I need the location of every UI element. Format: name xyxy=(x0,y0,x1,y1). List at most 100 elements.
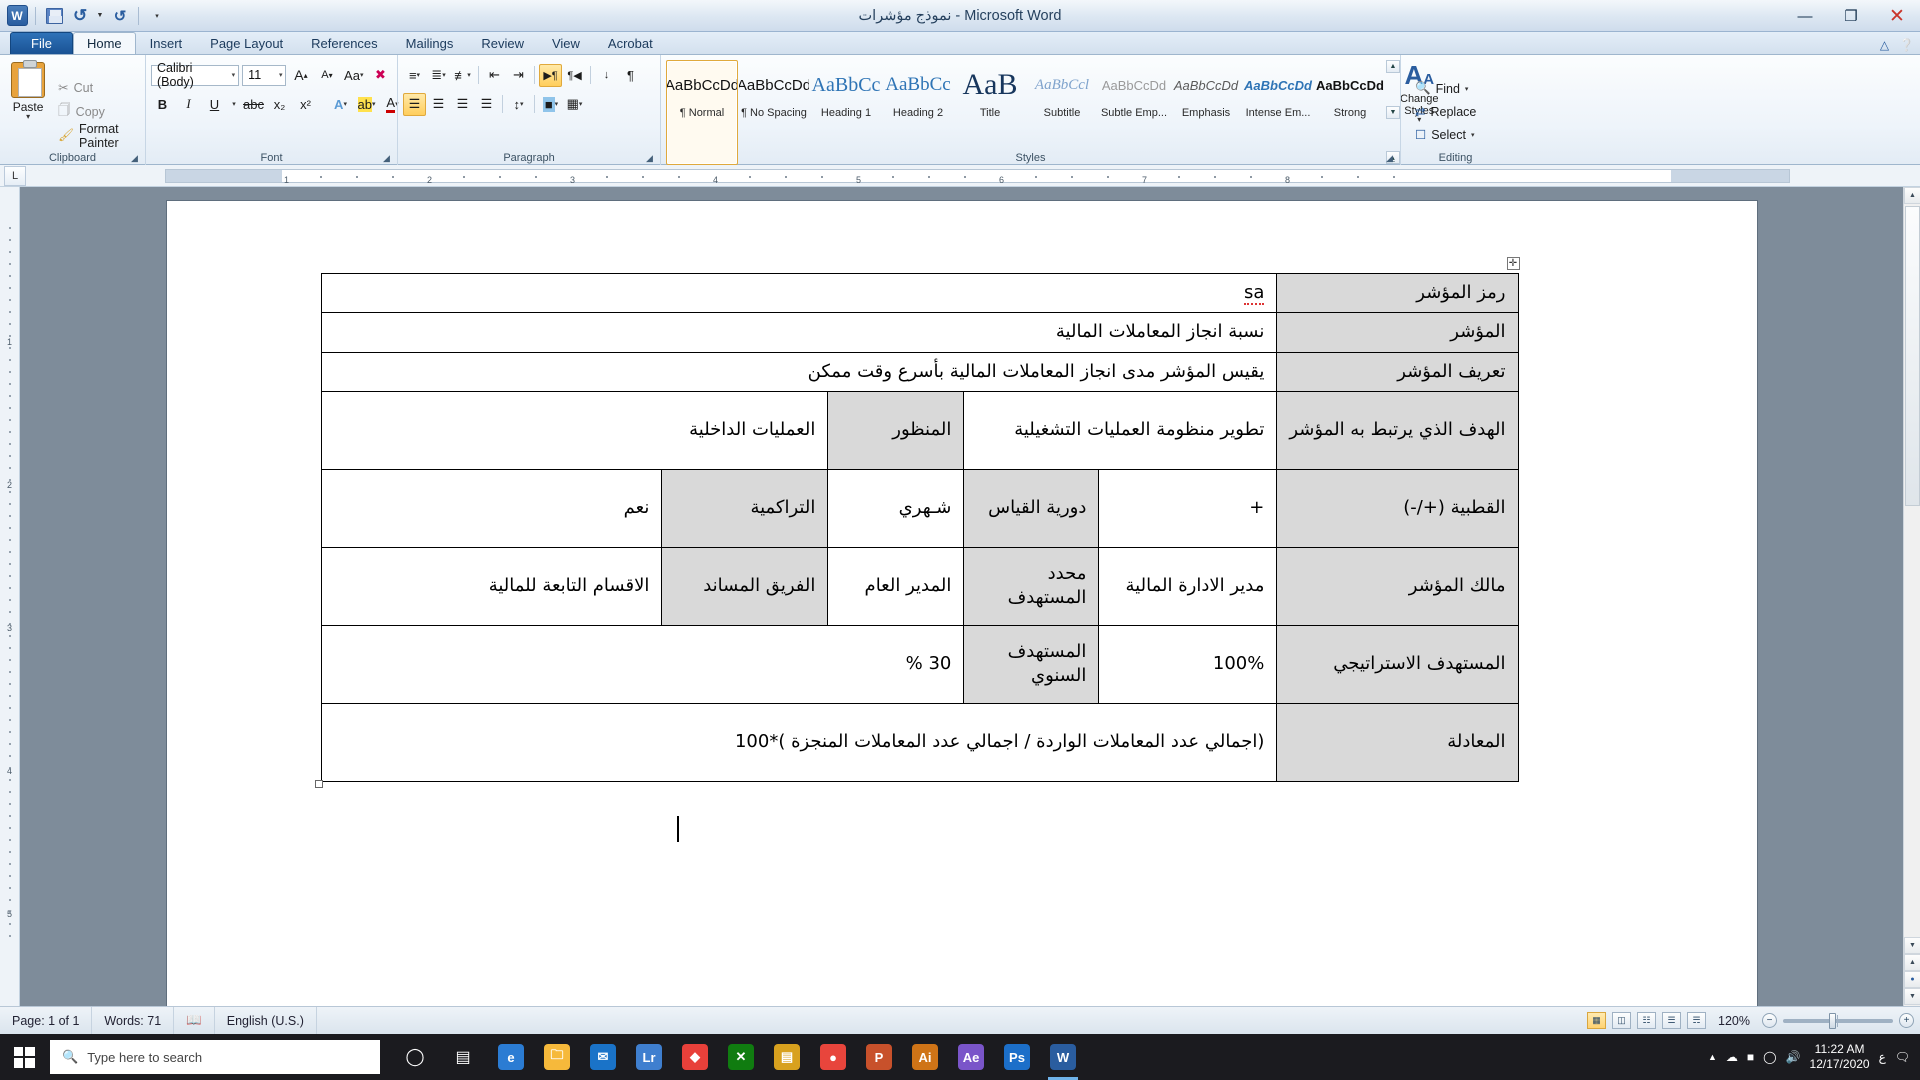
document-page[interactable]: ✛ رمز المؤشر sa المؤشر نسبة انجاز المعاملات… xyxy=(166,201,1757,1006)
font-size-combo[interactable]: 11 ▾ xyxy=(242,64,287,86)
numbering-button[interactable]: ≣ ▾ xyxy=(427,64,450,87)
scroll-down-button[interactable]: ▼ xyxy=(1904,937,1920,954)
table-resize-handle[interactable] xyxy=(315,779,324,788)
table-cell[interactable]: المدير العام xyxy=(827,546,965,626)
table-cell[interactable]: نعم xyxy=(321,468,663,548)
tab-references[interactable]: References xyxy=(297,32,391,54)
tab-stop-selector[interactable]: L xyxy=(4,165,26,186)
table-cell[interactable]: مدير الادارة المالية xyxy=(1098,546,1278,626)
indicator-table[interactable]: رمز المؤشر sa المؤشر نسبة انجاز المعاملات ا… xyxy=(321,272,1519,782)
scroll-up-button[interactable]: ▲ xyxy=(1904,187,1920,204)
italic-button[interactable]: I xyxy=(177,93,200,116)
view-print-layout-button[interactable]: ▦ xyxy=(1587,1012,1607,1029)
table-row[interactable]: المؤشر نسبة انجاز المعاملات المالية xyxy=(321,312,1519,353)
volume-icon[interactable]: 🔊 xyxy=(1786,1050,1801,1064)
save-button[interactable] xyxy=(43,5,65,27)
table-row-label[interactable]: المعادلة xyxy=(1276,702,1519,782)
select-browse-object-button[interactable]: ● xyxy=(1904,971,1920,988)
table-cell[interactable]: التراكمية xyxy=(661,468,829,548)
table-row-label[interactable]: المؤشر xyxy=(1276,312,1519,353)
paste-button[interactable]: Paste ▾ xyxy=(5,58,51,165)
xbox-icon[interactable]: ✕ xyxy=(718,1034,764,1080)
table-row-label[interactable]: تعريف المؤشر xyxy=(1276,351,1519,392)
illustrator-icon[interactable]: Ai xyxy=(902,1034,948,1080)
redo-button[interactable]: ↺ xyxy=(109,5,131,27)
cloud-icon[interactable]: ☁ xyxy=(1726,1050,1738,1064)
style-item-no-spacing[interactable]: AaBbCcDd ¶ No Spacing xyxy=(738,60,810,165)
table-row[interactable]: المعادلة (اجمالي عدد المعاملات الواردة / … xyxy=(321,702,1519,782)
proofing-status[interactable]: 📖 xyxy=(174,1006,215,1035)
align-center-button[interactable]: ☰ xyxy=(427,93,450,116)
view-full-screen-reading-button[interactable]: ◫ xyxy=(1612,1012,1632,1029)
tab-page-layout[interactable]: Page Layout xyxy=(196,32,297,54)
tab-review[interactable]: Review xyxy=(467,32,538,54)
bold-button[interactable]: B xyxy=(151,93,174,116)
indicator-table-wrapper[interactable]: ✛ رمز المؤشر sa المؤشر نسبة انجاز المعاملات… xyxy=(315,257,1520,788)
word-icon[interactable]: W xyxy=(1040,1034,1086,1080)
subscript-button[interactable]: x₂ xyxy=(268,93,291,116)
notifications-icon[interactable]: 🗨 xyxy=(1895,1050,1910,1064)
justify-button[interactable]: ☰ xyxy=(475,93,498,116)
clear-formatting-button[interactable]: ✖ xyxy=(369,64,392,87)
close-button[interactable]: ✕ xyxy=(1874,0,1920,32)
lightroom-icon[interactable]: Lr xyxy=(626,1034,672,1080)
font-dialog-launcher[interactable]: ◢ xyxy=(383,153,394,164)
chrome-icon[interactable]: ● xyxy=(810,1034,856,1080)
document-scroll-region[interactable]: ✛ رمز المؤشر sa المؤشر نسبة انجاز المعاملات… xyxy=(20,187,1903,1006)
zoom-slider[interactable] xyxy=(1783,1012,1893,1029)
styles-gallery-scroll[interactable]: ▲ ▼ ▴̲ xyxy=(1386,58,1400,165)
find-button[interactable]: 🔍 Find ▾ xyxy=(1412,78,1479,99)
mail-icon[interactable]: ✉ xyxy=(580,1034,626,1080)
table-cell[interactable]: تطوير منظومة العمليات التشغيلية xyxy=(963,390,1278,470)
customize-qat-button[interactable]: ▾ xyxy=(146,5,168,27)
table-row[interactable]: القطبية (+/-) + دورية القياس شـهري التراكمية… xyxy=(321,468,1519,548)
gallery-scroll-up-icon[interactable]: ▲ xyxy=(1386,60,1400,73)
table-row[interactable]: رمز المؤشر sa xyxy=(321,272,1519,314)
table-row-label[interactable]: الهدف الذي يرتبط به المؤشر xyxy=(1276,390,1519,470)
select-button[interactable]: ☐ Select ▾ xyxy=(1412,124,1479,145)
view-web-layout-button[interactable]: ☷ xyxy=(1637,1012,1657,1029)
table-cell[interactable]: المستهدف السنوي xyxy=(963,624,1100,704)
style-item-normal[interactable]: AaBbCcDd ¶ Normal xyxy=(666,60,738,165)
edge-icon[interactable]: e xyxy=(488,1034,534,1080)
style-item-heading-2[interactable]: AaBbCc Heading 2 xyxy=(882,60,954,165)
table-row-label[interactable]: مالك المؤشر xyxy=(1276,546,1519,626)
table-cell[interactable]: + xyxy=(1098,468,1278,548)
cortana-button[interactable]: ◯ xyxy=(392,1034,438,1080)
task-view-button[interactable]: ▤ xyxy=(440,1034,486,1080)
file-explorer-icon[interactable]: 🗀 xyxy=(534,1034,580,1080)
next-page-button[interactable]: ▼ xyxy=(1904,988,1920,1005)
table-cell[interactable]: الاقسام التابعة للمالية xyxy=(321,546,663,626)
view-draft-button[interactable]: ☴ xyxy=(1687,1012,1707,1029)
table-cell[interactable]: الفريق المساند xyxy=(661,546,829,626)
line-spacing-button[interactable]: ↕ ▾ xyxy=(507,93,530,116)
undo-button[interactable]: ↻ xyxy=(69,5,91,27)
zoom-in-button[interactable]: + xyxy=(1899,1013,1914,1028)
aftereffects-icon[interactable]: Ae xyxy=(948,1034,994,1080)
table-move-handle[interactable]: ✛ xyxy=(1506,257,1520,270)
powerpoint-icon[interactable]: P xyxy=(856,1034,902,1080)
increase-indent-button[interactable]: ⇥ xyxy=(507,64,530,87)
multilevel-list-button[interactable]: ≢ ▾ xyxy=(451,64,474,87)
grow-font-button[interactable]: A ▴ xyxy=(289,64,312,87)
taskbar-search-box[interactable]: 🔍 Type here to search xyxy=(50,1040,380,1074)
style-item-subtitle[interactable]: AaBbCcl Subtitle xyxy=(1026,60,1098,165)
tab-view[interactable]: View xyxy=(538,32,594,54)
minimize-button[interactable]: — xyxy=(1782,0,1828,32)
taskbar-clock[interactable]: 11:22 AM 12/17/2020 xyxy=(1810,1042,1870,1072)
minimize-ribbon-icon[interactable]: △ xyxy=(1880,38,1889,52)
font-name-combo[interactable]: Calibri (Body) ▾ xyxy=(151,61,240,89)
start-button[interactable] xyxy=(0,1034,48,1080)
format-painter-button[interactable]: 🖌 Format Painter xyxy=(54,122,140,150)
tab-file[interactable]: File xyxy=(10,32,73,54)
style-item-title[interactable]: AaB Title xyxy=(954,60,1026,165)
show-marks-button[interactable]: ¶ xyxy=(619,64,642,87)
zoom-slider-thumb[interactable] xyxy=(1829,1012,1836,1029)
restore-button[interactable]: ❐ xyxy=(1828,0,1874,32)
table-cell[interactable]: العمليات الداخلية xyxy=(321,390,829,470)
tab-acrobat[interactable]: Acrobat xyxy=(594,32,667,54)
tab-mailings[interactable]: Mailings xyxy=(392,32,468,54)
table-cell[interactable]: شـهري xyxy=(827,468,965,548)
table-cell[interactable]: (اجمالي عدد المعاملات الواردة / اجمالي ع… xyxy=(321,702,1278,782)
table-cell[interactable]: نسبة انجاز المعاملات المالية xyxy=(321,312,1278,353)
